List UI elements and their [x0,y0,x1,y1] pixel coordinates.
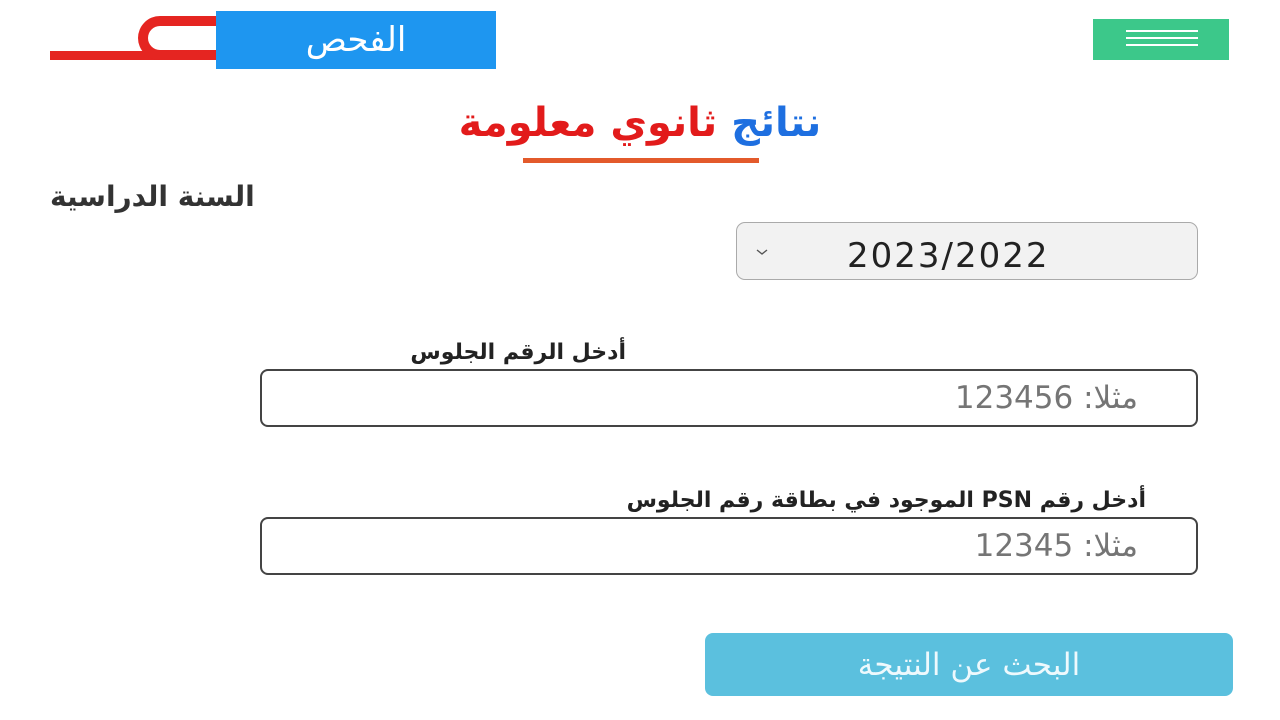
chevron-down-icon [756,249,768,255]
site-logo-mark[interactable] [50,14,248,62]
psn-input[interactable] [260,517,1198,575]
page-title-part-1: نتائج [731,100,822,146]
seat-number-input[interactable] [260,369,1198,427]
year-select[interactable]: 2023/2022 [736,222,1198,280]
menu-button[interactable] [1093,19,1229,60]
seat-number-label: أدخل الرقم الجلوس [410,340,626,365]
site-logo-text[interactable]: الفحص [216,11,496,69]
page: الفحص نتائج ثانوي معلومة السنة الدراسية … [0,0,1280,720]
page-title: نتائج ثانوي معلومة [0,100,1280,146]
psn-label: أدخل رقم PSN الموجود في بطاقة رقم الجلوس [626,488,1146,513]
year-select-value: 2023/2022 [847,236,1050,276]
page-title-part-2: ثانوي معلومة [458,100,718,146]
title-underline [523,158,759,163]
year-label: السنة الدراسية [50,180,255,213]
hamburger-icon [1126,30,1198,50]
search-result-button[interactable]: البحث عن النتيجة [705,633,1233,696]
